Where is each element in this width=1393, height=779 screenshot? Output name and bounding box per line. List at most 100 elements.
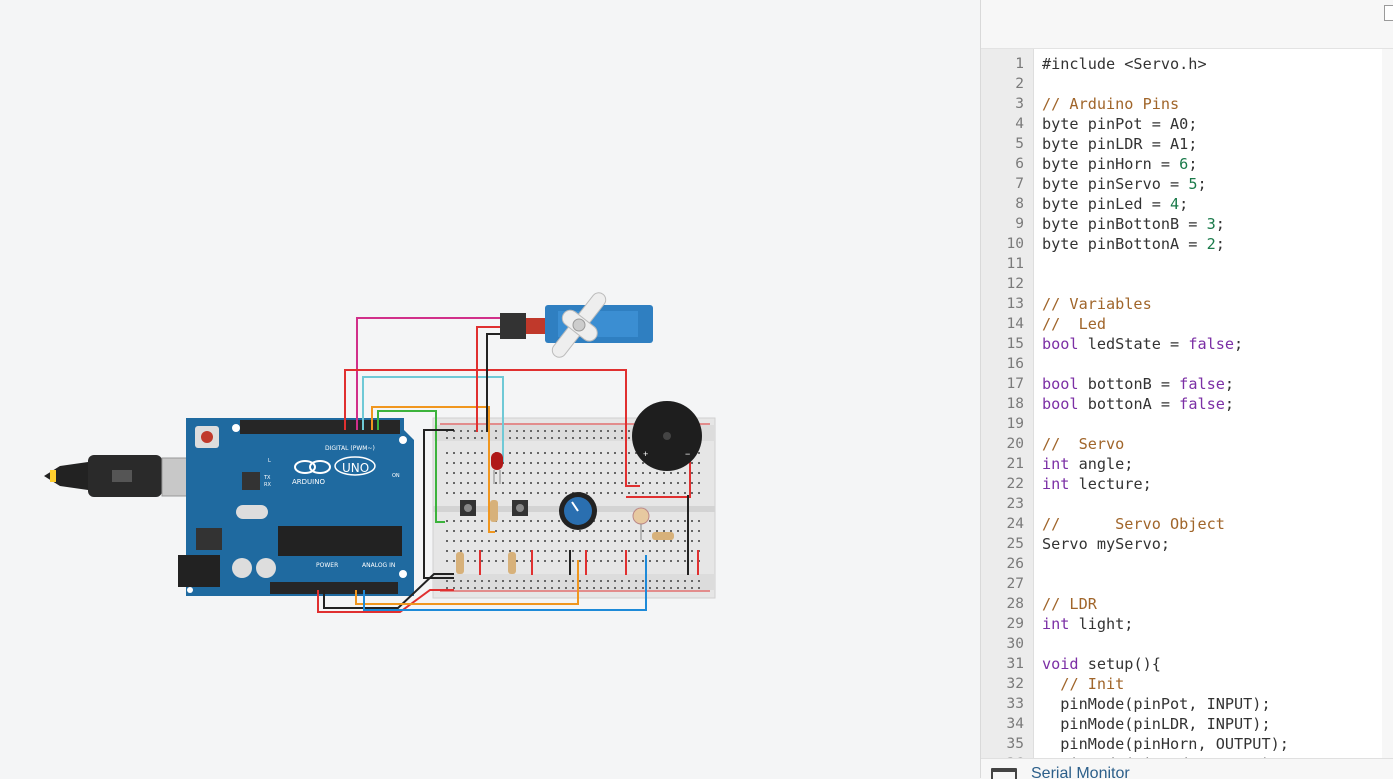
digital-label: DIGITAL (PWM~) xyxy=(325,445,375,452)
code-line[interactable]: 2 xyxy=(981,74,1393,94)
serial-monitor-icon[interactable] xyxy=(991,768,1017,779)
code-line[interactable]: 13 // Variables xyxy=(981,294,1393,314)
code-line[interactable]: 18 bool bottonA = false; xyxy=(981,394,1393,414)
code-line[interactable]: 27 xyxy=(981,574,1393,594)
line-number: 11 xyxy=(1006,256,1024,272)
line-number: 20 xyxy=(1006,436,1024,452)
code-line[interactable]: 6 byte pinHorn = 6; xyxy=(981,154,1393,174)
code-line[interactable]: 24 // Servo Object xyxy=(981,514,1393,534)
code-line[interactable]: 35 pinMode(pinHorn, OUTPUT); xyxy=(981,734,1393,754)
circuit-diagram[interactable]: ARDUINO UNO DIGITAL (PWM~) POWER ANALOG … xyxy=(0,0,980,778)
code-text[interactable]: bool bottonB = false; xyxy=(1042,374,1234,394)
code-text[interactable]: byte pinBottonB = 3; xyxy=(1042,214,1225,234)
piezo-buzzer[interactable]: + − xyxy=(632,401,702,471)
code-text[interactable]: #include <Servo.h> xyxy=(1042,54,1207,74)
panel-corner-button[interactable] xyxy=(1384,5,1393,21)
digital-header xyxy=(240,420,400,434)
code-line[interactable]: 20 // Servo xyxy=(981,434,1393,454)
code-line[interactable]: 3 // Arduino Pins xyxy=(981,94,1393,114)
code-text[interactable]: pinMode(pinLDR, INPUT); xyxy=(1042,714,1270,734)
code-text[interactable]: // Variables xyxy=(1042,294,1152,314)
line-number: 12 xyxy=(1006,276,1024,292)
panel-toolbar xyxy=(981,0,1393,49)
line-number: 7 xyxy=(1015,176,1024,192)
code-line[interactable]: 23 xyxy=(981,494,1393,514)
line-number: 16 xyxy=(1006,356,1024,372)
code-text[interactable]: // LDR xyxy=(1042,594,1097,614)
code-text[interactable]: pinMode(pinPot, INPUT); xyxy=(1042,694,1270,714)
code-text[interactable]: bool bottonA = false; xyxy=(1042,394,1234,414)
code-text[interactable]: int light; xyxy=(1042,614,1133,634)
code-line[interactable]: 22 int lecture; xyxy=(981,474,1393,494)
code-text[interactable]: int lecture; xyxy=(1042,474,1152,494)
code-text[interactable]: void setup(){ xyxy=(1042,654,1161,674)
code-text[interactable]: bool ledState = false; xyxy=(1042,334,1243,354)
code-text[interactable]: byte pinLDR = A1; xyxy=(1042,134,1197,154)
code-line[interactable]: 32 // Init xyxy=(981,674,1393,694)
code-line[interactable]: 15 bool ledState = false; xyxy=(981,334,1393,354)
line-number: 24 xyxy=(1006,516,1024,532)
code-text[interactable]: // Arduino Pins xyxy=(1042,94,1179,114)
l-label: L xyxy=(268,458,271,464)
line-number: 32 xyxy=(1006,676,1024,692)
code-line[interactable]: 9 byte pinBottonB = 3; xyxy=(981,214,1393,234)
code-line[interactable]: 1 #include <Servo.h> xyxy=(981,54,1393,74)
code-text[interactable]: // Servo Object xyxy=(1042,514,1225,534)
editor-scrollbar[interactable] xyxy=(1382,49,1393,758)
code-line[interactable]: 4 byte pinPot = A0; xyxy=(981,114,1393,134)
code-panel: 1 #include <Servo.h> 2 3// Arduino Pins 4 byt… xyxy=(980,0,1393,779)
code-line[interactable]: 12 xyxy=(981,274,1393,294)
reset-button xyxy=(201,431,213,443)
code-line[interactable]: 17 bool bottonB = false; xyxy=(981,374,1393,394)
code-text[interactable]: byte pinBottonA = 2; xyxy=(1042,234,1225,254)
brand-label: ARDUINO xyxy=(292,478,325,486)
line-number: 25 xyxy=(1006,536,1024,552)
code-text[interactable]: // Servo xyxy=(1042,434,1124,454)
code-line[interactable]: 21 int angle; xyxy=(981,454,1393,474)
code-text[interactable]: // Led xyxy=(1042,314,1106,334)
code-text[interactable]: Servo myServo; xyxy=(1042,534,1170,554)
servo-motor[interactable] xyxy=(500,290,653,360)
code-text[interactable]: byte pinServo = 5; xyxy=(1042,174,1207,194)
code-text[interactable]: byte pinHorn = 6; xyxy=(1042,154,1197,174)
circuit-canvas[interactable]: ARDUINO UNO DIGITAL (PWM~) POWER ANALOG … xyxy=(0,0,980,778)
code-line[interactable]: 11 xyxy=(981,254,1393,274)
code-line[interactable]: 16 xyxy=(981,354,1393,374)
code-line[interactable]: 10 byte pinBottonA = 2; xyxy=(981,234,1393,254)
potentiometer[interactable] xyxy=(559,492,597,530)
code-line[interactable]: 19 xyxy=(981,414,1393,434)
line-number: 8 xyxy=(1015,196,1024,212)
code-editor[interactable]: 1 #include <Servo.h> 2 3// Arduino Pins 4 byt… xyxy=(981,49,1393,758)
code-text[interactable]: byte pinPot = A0; xyxy=(1042,114,1197,134)
atmega-chip xyxy=(278,526,402,556)
resistor-ldr xyxy=(652,532,674,540)
code-text[interactable]: pinMode(pinHorn, OUTPUT); xyxy=(1042,734,1289,754)
code-text[interactable]: byte pinLed = 4; xyxy=(1042,194,1188,214)
resistor-btn-a xyxy=(456,552,464,574)
code-text[interactable]: int angle; xyxy=(1042,454,1133,474)
code-line[interactable]: 33 pinMode(pinPot, INPUT); xyxy=(981,694,1393,714)
line-number: 10 xyxy=(1006,236,1024,252)
line-number: 14 xyxy=(1006,316,1024,332)
line-number: 34 xyxy=(1006,716,1024,732)
code-lines[interactable]: 1 #include <Servo.h> 2 3// Arduino Pins 4 byt… xyxy=(981,54,1393,758)
code-line[interactable]: 25 Servo myServo; xyxy=(981,534,1393,554)
line-number: 23 xyxy=(1006,496,1024,512)
line-number: 26 xyxy=(1006,556,1024,572)
code-line[interactable]: 14 // Led xyxy=(981,314,1393,334)
code-line[interactable]: 30 xyxy=(981,634,1393,654)
code-line[interactable]: 5 byte pinLDR = A1; xyxy=(981,134,1393,154)
line-number: 4 xyxy=(1015,116,1024,132)
arduino-uno-board[interactable]: ARDUINO UNO DIGITAL (PWM~) POWER ANALOG … xyxy=(178,418,414,596)
code-line[interactable]: 34 pinMode(pinLDR, INPUT); xyxy=(981,714,1393,734)
code-line[interactable]: 26 xyxy=(981,554,1393,574)
code-line[interactable]: 31 void setup(){ xyxy=(981,654,1393,674)
line-number: 3 xyxy=(1015,96,1024,112)
code-line[interactable]: 7 byte pinServo = 5; xyxy=(981,174,1393,194)
tx-label: TX xyxy=(263,475,271,481)
code-text[interactable]: // Init xyxy=(1042,674,1124,694)
code-line[interactable]: 28 // LDR xyxy=(981,594,1393,614)
code-line[interactable]: 29 int light; xyxy=(981,614,1393,634)
code-line[interactable]: 8 byte pinLed = 4; xyxy=(981,194,1393,214)
serial-monitor-button[interactable]: Serial Monitor xyxy=(1031,765,1130,779)
